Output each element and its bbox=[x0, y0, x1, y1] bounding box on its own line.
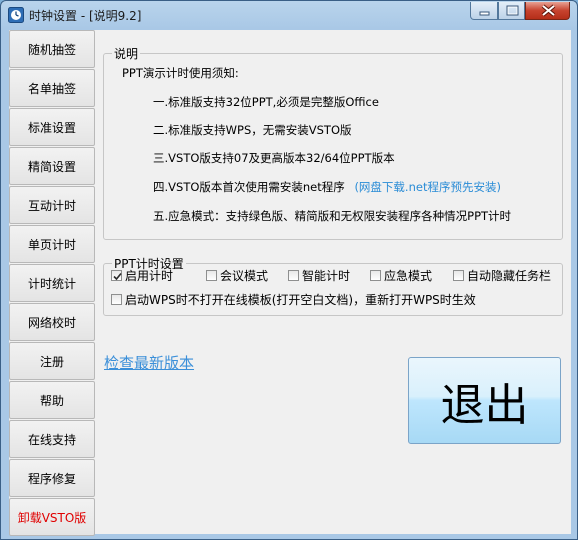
info-line-1: 一.标准版支持32位PPT,必须是完整版Office bbox=[153, 95, 379, 109]
window-title: 时钟设置 - [说明9.2] bbox=[29, 9, 142, 23]
enable-timer-checkbox-box[interactable] bbox=[111, 269, 122, 281]
exit-button[interactable]: 退出 bbox=[408, 357, 561, 444]
settings-window: 时钟设置 - [说明9.2] 随机抽签 名单抽签 标准设置 精简设置 互动计时 … bbox=[0, 0, 578, 540]
info-line-2: 二.标准版支持WPS，无需安装VSTO版 bbox=[153, 123, 352, 137]
sidebar-item-random-draw[interactable]: 随机抽签 bbox=[9, 30, 95, 68]
info-line-3: 三.VSTO版支持07及更高版本32/64位PPT版本 bbox=[153, 151, 395, 165]
sidebar-item-online-support[interactable]: 在线支持 bbox=[9, 420, 95, 458]
emergency-mode-label: 应急模式 bbox=[384, 268, 433, 283]
sidebar-item-program-repair[interactable]: 程序修复 bbox=[9, 459, 95, 497]
wps-no-online-template-checkbox[interactable]: 启动WPS时不打开在线模板(打开空白文档)，重新打开WPS时生效 bbox=[111, 291, 476, 307]
sidebar-item-uninstall-vsto[interactable]: 卸载VSTO版 bbox=[9, 498, 95, 536]
check-update-link[interactable]: 检查最新版本 bbox=[104, 352, 194, 373]
close-button[interactable] bbox=[525, 2, 570, 20]
sidebar-item-timing-stats[interactable]: 计时统计 bbox=[9, 264, 95, 302]
sidebar-item-interactive-timer[interactable]: 互动计时 bbox=[9, 186, 95, 224]
wps-no-online-template-label: 启动WPS时不打开在线模板(打开空白文档)，重新打开WPS时生效 bbox=[125, 292, 476, 307]
meeting-mode-checkbox-box[interactable] bbox=[206, 269, 217, 281]
sidebar-item-standard-settings[interactable]: 标准设置 bbox=[9, 108, 95, 146]
enable-timer-label: 启用计时 bbox=[125, 268, 174, 283]
wps-no-online-template-checkbox-box[interactable] bbox=[111, 293, 122, 305]
meeting-mode-label: 会议模式 bbox=[220, 268, 269, 283]
auto-hide-taskbar-checkbox-box[interactable] bbox=[453, 269, 464, 281]
info-group-legend: 说明 bbox=[114, 47, 139, 61]
sidebar-item-network-time[interactable]: 网络校时 bbox=[9, 303, 95, 341]
clock-app-icon bbox=[8, 7, 24, 23]
auto-hide-taskbar-label: 自动隐藏任务栏 bbox=[467, 268, 552, 283]
sidebar-item-register[interactable]: 注册 bbox=[9, 342, 95, 380]
smart-timer-label: 智能计时 bbox=[302, 268, 351, 283]
maximize-button[interactable] bbox=[498, 2, 525, 20]
title-bar[interactable]: 时钟设置 - [说明9.2] bbox=[1, 1, 577, 29]
minimize-button[interactable] bbox=[470, 2, 498, 20]
maximize-icon bbox=[506, 5, 519, 16]
smart-timer-checkbox[interactable]: 智能计时 bbox=[288, 267, 350, 283]
check-icon bbox=[113, 272, 122, 280]
emergency-mode-checkbox-box[interactable] bbox=[370, 269, 381, 281]
minimize-icon bbox=[479, 11, 490, 16]
close-icon bbox=[541, 4, 556, 17]
smart-timer-checkbox-box[interactable] bbox=[288, 269, 299, 281]
sidebar-item-single-page-timer[interactable]: 单页计时 bbox=[9, 225, 95, 263]
enable-timer-checkbox[interactable]: 启用计时 bbox=[111, 267, 173, 283]
sidebar-item-list-draw[interactable]: 名单抽签 bbox=[9, 69, 95, 107]
info-line-5: 五.应急模式：支持绿色版、精简版和无权限安装程序各种情况PPT计时 bbox=[153, 209, 512, 223]
sidebar: 随机抽签 名单抽签 标准设置 精简设置 互动计时 单页计时 计时统计 网络校时 … bbox=[9, 30, 95, 536]
meeting-mode-checkbox[interactable]: 会议模式 bbox=[206, 267, 268, 283]
net-download-link[interactable]: (网盘下载.net程序预先安装) bbox=[354, 180, 501, 194]
client-area: 随机抽签 名单抽签 标准设置 精简设置 互动计时 单页计时 计时统计 网络校时 … bbox=[9, 30, 571, 536]
emergency-mode-checkbox[interactable]: 应急模式 bbox=[370, 267, 432, 283]
sidebar-item-lite-settings[interactable]: 精简设置 bbox=[9, 147, 95, 185]
info-line-4: 四.VSTO版本首次使用需安装net程序 bbox=[153, 180, 345, 194]
auto-hide-taskbar-checkbox[interactable]: 自动隐藏任务栏 bbox=[453, 267, 551, 283]
info-line-4-row: 四.VSTO版本首次使用需安装net程序 (网盘下载.net程序预先安装) bbox=[153, 179, 501, 195]
sidebar-item-help[interactable]: 帮助 bbox=[9, 381, 95, 419]
info-heading: PPT演示计时使用须知: bbox=[122, 66, 239, 80]
